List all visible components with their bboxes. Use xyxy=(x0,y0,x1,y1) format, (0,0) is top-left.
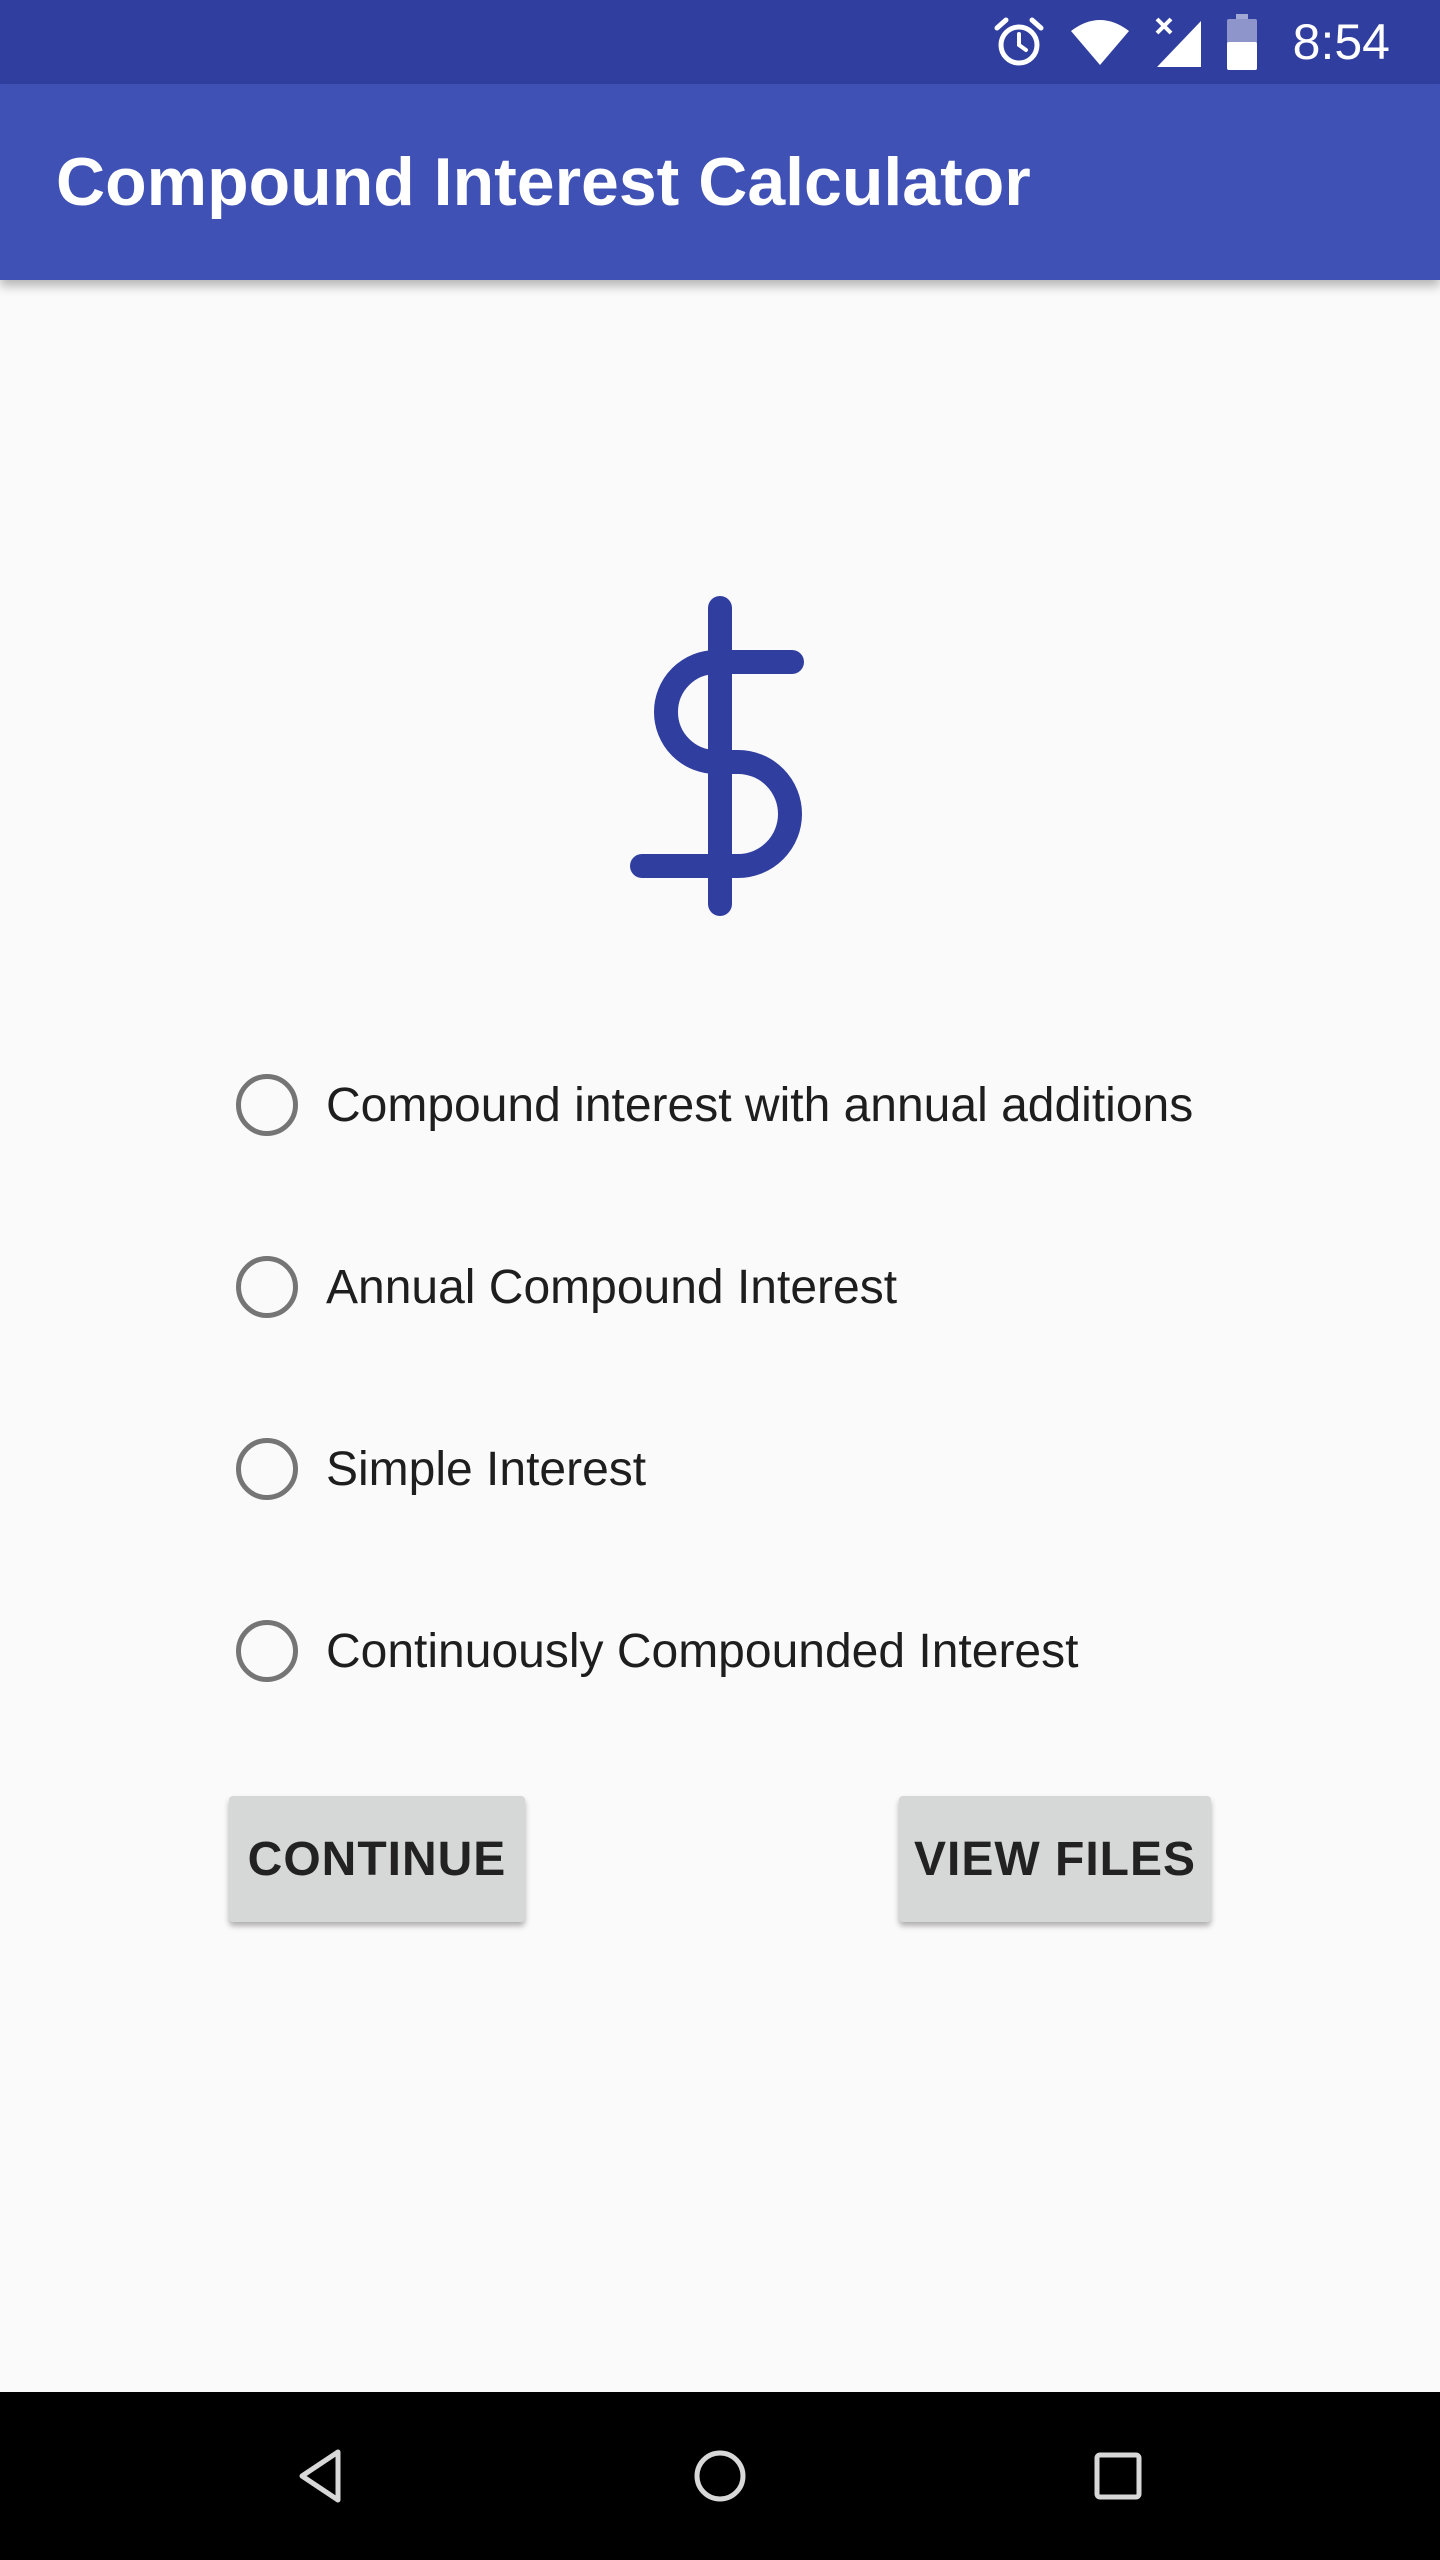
cell-signal-icon xyxy=(1153,15,1205,69)
wifi-icon xyxy=(1069,17,1131,67)
radio-circle-icon[interactable] xyxy=(236,1438,298,1500)
option-label: Continuously Compounded Interest xyxy=(326,1624,1079,1678)
app-title: Compound Interest Calculator xyxy=(56,144,1031,220)
radio-circle-icon[interactable] xyxy=(236,1256,298,1318)
view-files-button[interactable]: VIEW FILES xyxy=(899,1796,1211,1922)
home-icon[interactable] xyxy=(670,2426,770,2526)
back-icon[interactable] xyxy=(272,2426,372,2526)
status-icons: 8:54 xyxy=(991,0,1390,84)
option-annual-compound[interactable]: Annual Compound Interest xyxy=(236,1232,1236,1342)
recents-icon[interactable] xyxy=(1068,2426,1168,2526)
option-label: Simple Interest xyxy=(326,1442,647,1496)
continue-button[interactable]: CONTINUE xyxy=(229,1796,525,1922)
app-bar: Compound Interest Calculator xyxy=(0,84,1440,280)
alarm-icon xyxy=(991,14,1047,70)
status-bar: 8:54 xyxy=(0,0,1440,84)
option-compound-annual-additions[interactable]: Compound interest with annual additions xyxy=(236,1050,1236,1160)
option-continuously-compounded[interactable]: Continuously Compounded Interest xyxy=(236,1596,1236,1706)
interest-type-radio-group: Compound interest with annual additions … xyxy=(236,1050,1236,1778)
radio-circle-icon[interactable] xyxy=(236,1074,298,1136)
navigation-bar xyxy=(0,2392,1440,2560)
radio-circle-icon[interactable] xyxy=(236,1620,298,1682)
option-label: Annual Compound Interest xyxy=(326,1260,898,1314)
status-time: 8:54 xyxy=(1292,14,1390,70)
option-simple-interest[interactable]: Simple Interest xyxy=(236,1414,1236,1524)
dollar-icon xyxy=(620,596,820,916)
option-label: Compound interest with annual additions xyxy=(326,1078,1194,1132)
battery-icon xyxy=(1226,14,1257,70)
